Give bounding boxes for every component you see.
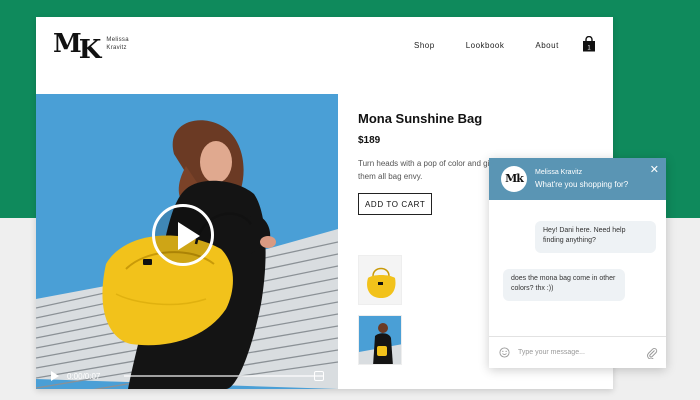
add-to-cart-button[interactable]: ADD TO CART [358, 193, 433, 215]
close-icon[interactable]: ✕ [650, 163, 659, 176]
control-play-icon[interactable] [51, 371, 59, 381]
product-description: Turn heads with a pop of color and give … [358, 159, 498, 181]
product-thumbnail-bag[interactable] [358, 255, 402, 305]
video-controls: 0:00/0:07 [36, 363, 338, 389]
chat-message-input[interactable] [518, 349, 628, 356]
chat-agent-name: Melissa Kravitz [535, 169, 583, 176]
nav-item-shop[interactable]: Shop [414, 41, 435, 50]
paperclip-icon[interactable] [646, 347, 658, 359]
chat-avatar: Mk [501, 166, 527, 192]
video-progress-track[interactable] [124, 375, 324, 377]
chat-header: Mk Melissa Kravitz What're you shopping … [489, 158, 666, 200]
logo-wordmark: Melissa Kravitz [106, 36, 128, 52]
fullscreen-icon[interactable] [314, 371, 324, 381]
smiley-icon[interactable] [499, 347, 510, 358]
nav-item-about[interactable]: About [535, 41, 558, 50]
chat-composer [489, 336, 666, 368]
product-details: Mona Sunshine Bag $189 Turn heads with a… [358, 111, 498, 215]
play-icon [178, 222, 200, 250]
nav-item-lookbook[interactable]: Lookbook [466, 41, 505, 50]
video-time: 0:00/0:07 [67, 371, 101, 381]
product-video[interactable]: 0:00/0:07 [36, 94, 338, 389]
shopping-bag-icon[interactable]: 1 [582, 36, 596, 52]
product-title: Mona Sunshine Bag [358, 111, 483, 126]
chat-message-user: does the mona bag come in other colors? … [503, 269, 625, 301]
brand-logo[interactable]: MK Melissa Kravitz [53, 29, 129, 65]
product-thumbnail-model[interactable] [358, 315, 402, 365]
logo-name-line1: Melissa [106, 37, 129, 43]
logo-name-line2: Kravitz [106, 45, 127, 51]
chat-widget: Mk Melissa Kravitz What're you shopping … [489, 158, 666, 368]
model-thumbnail-image [359, 316, 401, 364]
chat-prompt: What're you shopping for? [535, 180, 629, 189]
yellow-bag-thumbnail-image [359, 256, 401, 304]
video-play-button[interactable] [152, 204, 214, 266]
main-nav: Shop Lookbook About [414, 41, 590, 50]
product-price: $189 [358, 135, 381, 146]
logo-monogram: MK [53, 29, 101, 65]
chat-message-agent: Hey! Dani here. Need help finding anythi… [535, 221, 656, 253]
